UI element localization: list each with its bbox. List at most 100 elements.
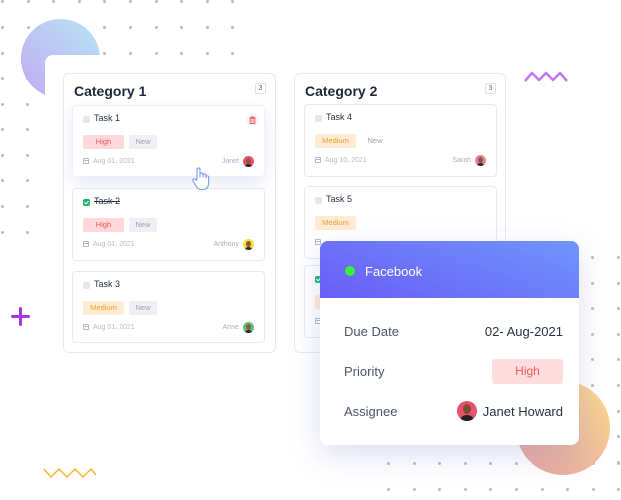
due-date: Aug 01, 2021	[83, 241, 135, 248]
dot	[515, 462, 518, 465]
dot	[1, 231, 4, 234]
dot	[591, 256, 594, 259]
avatar	[456, 401, 477, 421]
dot	[155, 26, 158, 29]
task-card[interactable]: Task 3 Medium New Aug 01, 2021 Anne	[72, 271, 265, 343]
status-dot-icon	[345, 266, 355, 276]
dot	[1, 179, 4, 182]
task-card[interactable]: Task 2 High New Aug 01, 2021 Anthony	[72, 188, 265, 261]
dot	[387, 488, 390, 491]
column-title: Category 1	[74, 83, 147, 99]
priority-badge: Medium	[315, 216, 356, 230]
assignee: Anne	[223, 322, 254, 333]
task-name: Task 3	[94, 279, 121, 289]
due-date-label: Due Date	[344, 323, 399, 339]
task-card[interactable]: Task 1 High New Aug 01, 2021 Janet	[72, 105, 265, 177]
dot	[231, 26, 234, 29]
checkbox-icon[interactable]	[83, 199, 90, 206]
dot	[1, 26, 4, 29]
calendar-icon	[83, 324, 89, 330]
dot	[1, 0, 4, 3]
dot	[617, 435, 620, 438]
dot	[1, 205, 4, 208]
dot	[387, 462, 390, 465]
priority-row: Priority High	[344, 358, 563, 384]
assignee-name: Janet	[221, 158, 239, 165]
dot	[26, 231, 29, 234]
task-detail-popup[interactable]: Facebook Due Date 02- Aug-2021 Priority …	[320, 241, 579, 445]
priority-badge: Medium	[315, 134, 356, 148]
dot	[438, 462, 441, 465]
task-card[interactable]: Task 4 Medium New Aug 10, 2021 Sarah	[304, 104, 497, 177]
due-date: Aug 01, 2021	[83, 324, 135, 331]
assignee-value: Janet Howard	[456, 401, 563, 421]
assignee: Anthony	[213, 239, 254, 250]
due-date: Aug 01, 2021	[83, 158, 135, 165]
dot	[26, 103, 29, 106]
dot	[489, 462, 492, 465]
dot	[26, 179, 29, 182]
popup-header: Facebook	[320, 241, 579, 298]
task-name: Task 5	[326, 194, 353, 204]
dot	[26, 154, 29, 157]
avatar	[243, 322, 254, 333]
assignee-name: Sarah	[452, 157, 471, 164]
dot	[489, 488, 492, 491]
trash-icon	[249, 116, 256, 124]
dot	[591, 358, 594, 361]
dot	[52, 0, 55, 3]
dot	[438, 488, 441, 491]
calendar-icon	[315, 157, 321, 163]
task-name: Task 2	[94, 196, 121, 206]
checkbox-icon[interactable]	[315, 115, 322, 122]
dot	[617, 410, 620, 413]
task-count-badge: 3	[485, 83, 496, 94]
dot	[617, 358, 620, 361]
date-text: Aug 01, 2021	[93, 241, 135, 248]
dot	[591, 307, 594, 310]
task-name: Task 1	[94, 113, 121, 123]
dot	[78, 0, 81, 3]
avatar	[243, 156, 254, 167]
calendar-icon	[83, 241, 89, 247]
checkbox-icon[interactable]	[83, 282, 90, 289]
assignee: Sarah	[452, 155, 486, 166]
dot	[103, 26, 106, 29]
dot	[180, 0, 183, 3]
avatar	[243, 239, 254, 250]
dot	[26, 205, 29, 208]
due-date: Aug 10, 2021	[315, 157, 367, 164]
date-text: Aug 10, 2021	[325, 157, 367, 164]
dot	[617, 256, 620, 259]
checkbox-icon[interactable]	[315, 197, 322, 204]
dot	[617, 307, 620, 310]
dot	[206, 26, 209, 29]
dot	[591, 333, 594, 336]
assignee-label: Assignee	[344, 403, 398, 419]
popup-title: Facebook	[365, 264, 423, 279]
status-badge: New	[129, 301, 157, 315]
dot	[541, 488, 544, 491]
checkbox-icon[interactable]	[83, 116, 90, 123]
dot	[231, 0, 234, 3]
date-text: Aug 01, 2021	[93, 324, 135, 331]
priority-badge: High	[83, 135, 124, 149]
status-badge: New	[129, 135, 157, 149]
date-text: Aug 01, 2021	[93, 158, 135, 165]
dot	[515, 488, 518, 491]
dot	[1, 103, 4, 106]
assignee: Janet	[222, 156, 254, 167]
dot	[180, 26, 183, 29]
due-date-value: 02- Aug-2021	[484, 323, 563, 339]
calendar-icon	[83, 158, 89, 164]
dot	[617, 488, 620, 491]
dot	[26, 128, 29, 131]
assignee-row: Assignee Janet Howard	[344, 401, 563, 421]
priority-badge: High	[492, 358, 563, 384]
assignee-name: Janet Howard	[482, 403, 563, 419]
task-name: Task 4	[326, 112, 353, 122]
dot	[1, 128, 4, 131]
dot	[617, 333, 620, 336]
dot	[129, 26, 132, 29]
delete-button[interactable]	[246, 113, 259, 126]
